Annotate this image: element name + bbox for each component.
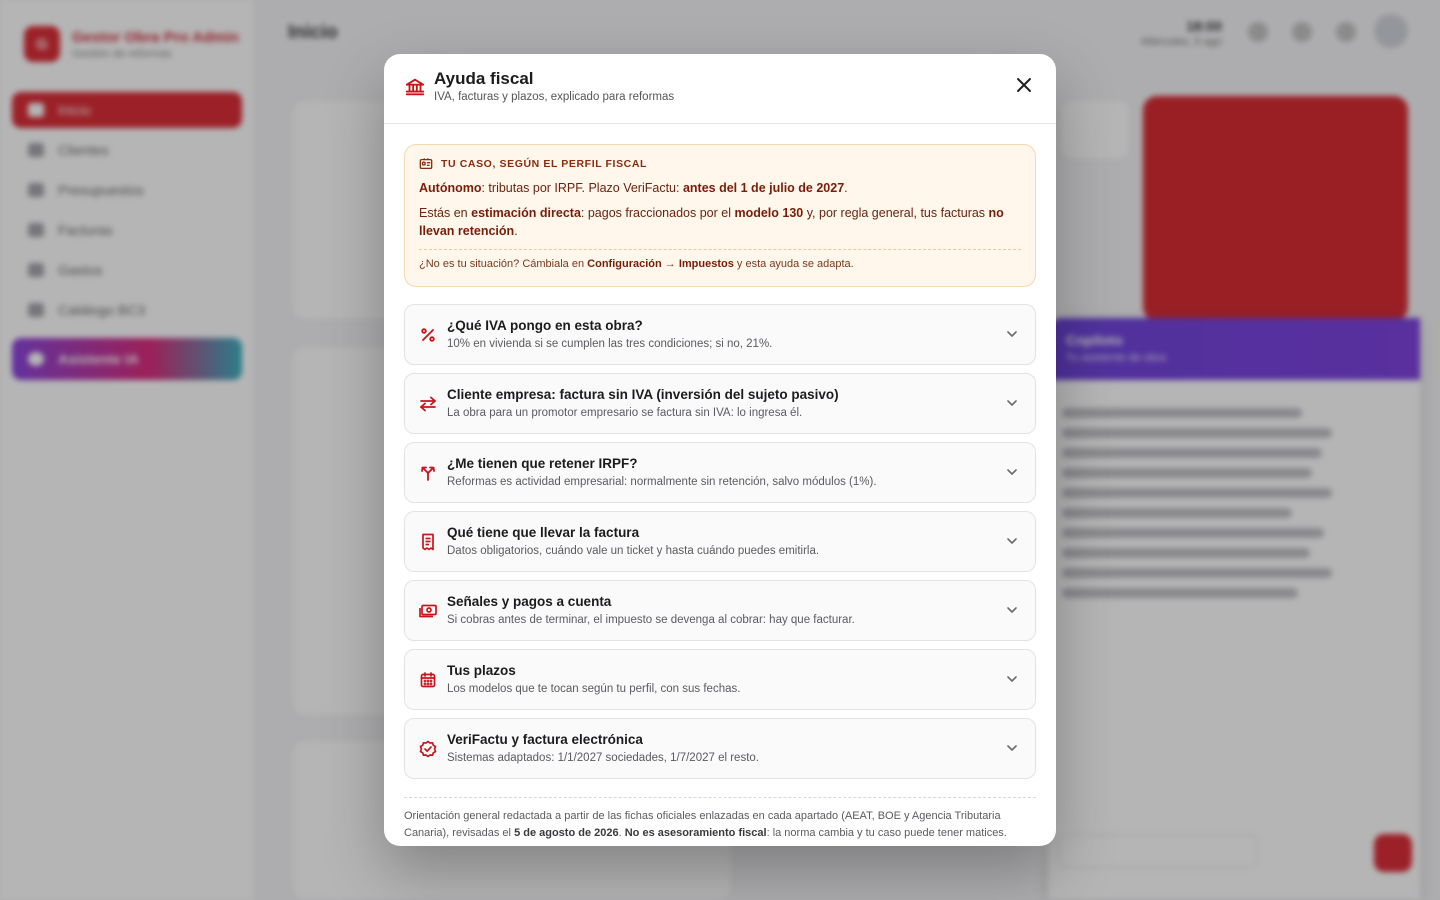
taxes-link[interactable]: Impuestos xyxy=(679,258,734,270)
accordion-title: Señales y pagos a cuenta xyxy=(447,594,612,609)
accordion-title: Tus plazos xyxy=(447,663,516,678)
text-fragment: : tributas por IRPF. Plazo VeriFactu: xyxy=(481,181,683,195)
id-card-icon xyxy=(419,158,433,170)
close-icon xyxy=(1017,78,1031,92)
regime-value: Autónomo xyxy=(419,181,482,195)
accordion-title: Qué tiene que llevar la factura xyxy=(447,525,640,540)
accordion-description: Sistemas adaptados: 1/1/2027 sociedades,… xyxy=(447,752,759,764)
text-fragment: Estás en xyxy=(419,206,472,220)
profile-heading: TU CASO, SEGÚN EL PERFIL FISCAL xyxy=(419,157,647,171)
accordion-description: La obra para un promotor empresario se f… xyxy=(447,407,803,419)
verified-badge-icon xyxy=(418,739,438,759)
fiscal-profile-box: TU CASO, SEGÚN EL PERFIL FISCAL Autónomo… xyxy=(404,144,1036,287)
calendar-icon xyxy=(418,670,438,690)
divider xyxy=(404,797,1036,798)
verifactu-deadline: antes del 1 de julio de 2027 xyxy=(682,181,845,195)
close-button[interactable] xyxy=(1012,73,1036,97)
accordion-description: Datos obligatorios, cuándo vale un ticke… xyxy=(447,545,820,557)
review-date: 5 de agosto de 2026 xyxy=(514,827,619,839)
chevron-down-icon xyxy=(1007,331,1017,337)
chevron-down-icon xyxy=(1007,676,1017,682)
estimation-value: estimación directa xyxy=(471,206,581,220)
accordion-title: ¿Qué IVA pongo en esta obra? xyxy=(447,318,643,333)
text-fragment: : la norma cambia y tu caso puede tener … xyxy=(766,827,1007,839)
chevron-down-icon xyxy=(1007,607,1017,613)
chevron-down-icon xyxy=(1007,538,1017,544)
model-value: modelo 130 xyxy=(734,206,804,220)
accordion-description: Si cobras antes de terminar, el impuesto… xyxy=(447,614,855,626)
swap-arrows-icon xyxy=(418,394,438,414)
fiscal-help-modal: Ayuda fiscal IVA, facturas y plazos, exp… xyxy=(384,54,1056,846)
accordion-description: Reformas es actividad empresarial: norma… xyxy=(447,476,877,488)
disclaimer-strong: No es asesoramiento fiscal xyxy=(624,827,767,839)
divider xyxy=(419,249,1021,250)
accordion-description: 10% en vivienda si se cumplen las tres c… xyxy=(447,338,773,350)
percent-icon xyxy=(418,325,438,345)
text-fragment: y esta ayuda se adapta. xyxy=(733,258,854,270)
arrow-separator: → xyxy=(661,258,679,270)
accordion-iva[interactable]: ¿Qué IVA pongo en esta obra? 10% en vivi… xyxy=(404,304,1036,365)
accordion-title: Cliente empresa: factura sin IVA (invers… xyxy=(447,387,839,402)
text-fragment: : pagos fraccionados por el xyxy=(580,206,735,220)
accordion-factura[interactable]: Qué tiene que llevar la factura Datos ob… xyxy=(404,511,1036,572)
text-fragment: ¿No es tu situación? Cámbiala en xyxy=(419,258,588,270)
text-fragment: . xyxy=(844,181,848,195)
text-fragment: . xyxy=(514,224,518,238)
accordion-title: ¿Me tienen que retener IRPF? xyxy=(447,456,638,471)
profile-estimation-text: Estás en estimación directa: pagos fracc… xyxy=(419,204,1023,240)
profile-note: ¿No es tu situación? Cámbiala en Configu… xyxy=(419,258,854,270)
chevron-down-icon xyxy=(1007,745,1017,751)
split-arrow-icon xyxy=(418,463,438,483)
modal-body: TU CASO, SEGÚN EL PERFIL FISCAL Autónomo… xyxy=(384,125,1056,846)
text-fragment: y, por regla general, tus facturas xyxy=(803,206,989,220)
modal-subtitle: IVA, facturas y plazos, explicado para r… xyxy=(434,91,675,103)
accordion-senales[interactable]: Señales y pagos a cuenta Si cobras antes… xyxy=(404,580,1036,641)
receipt-icon xyxy=(418,532,438,552)
accordion-verifactu[interactable]: VeriFactu y factura electrónica Sistemas… xyxy=(404,718,1036,779)
accordion-title: VeriFactu y factura electrónica xyxy=(447,732,643,747)
accordion-description: Los modelos que te tocan según tu perfil… xyxy=(447,683,741,695)
modal-header: Ayuda fiscal IVA, facturas y plazos, exp… xyxy=(384,54,1056,124)
bank-icon xyxy=(404,76,426,98)
profile-heading-label: TU CASO, SEGÚN EL PERFIL FISCAL xyxy=(441,158,648,170)
cash-icon xyxy=(418,601,438,621)
chevron-down-icon xyxy=(1007,469,1017,475)
profile-regime-text: Autónomo: tributas por IRPF. Plazo VeriF… xyxy=(419,179,1023,197)
modal-title: Ayuda fiscal xyxy=(434,69,534,88)
accordion-plazos[interactable]: Tus plazos Los modelos que te tocan segú… xyxy=(404,649,1036,710)
accordion-irpf[interactable]: ¿Me tienen que retener IRPF? Reformas es… xyxy=(404,442,1036,503)
config-link[interactable]: Configuración xyxy=(587,258,662,270)
chevron-down-icon xyxy=(1007,400,1017,406)
accordion-sujeto-pasivo[interactable]: Cliente empresa: factura sin IVA (invers… xyxy=(404,373,1036,434)
disclaimer-text: Orientación general redactada a partir d… xyxy=(404,808,1036,842)
